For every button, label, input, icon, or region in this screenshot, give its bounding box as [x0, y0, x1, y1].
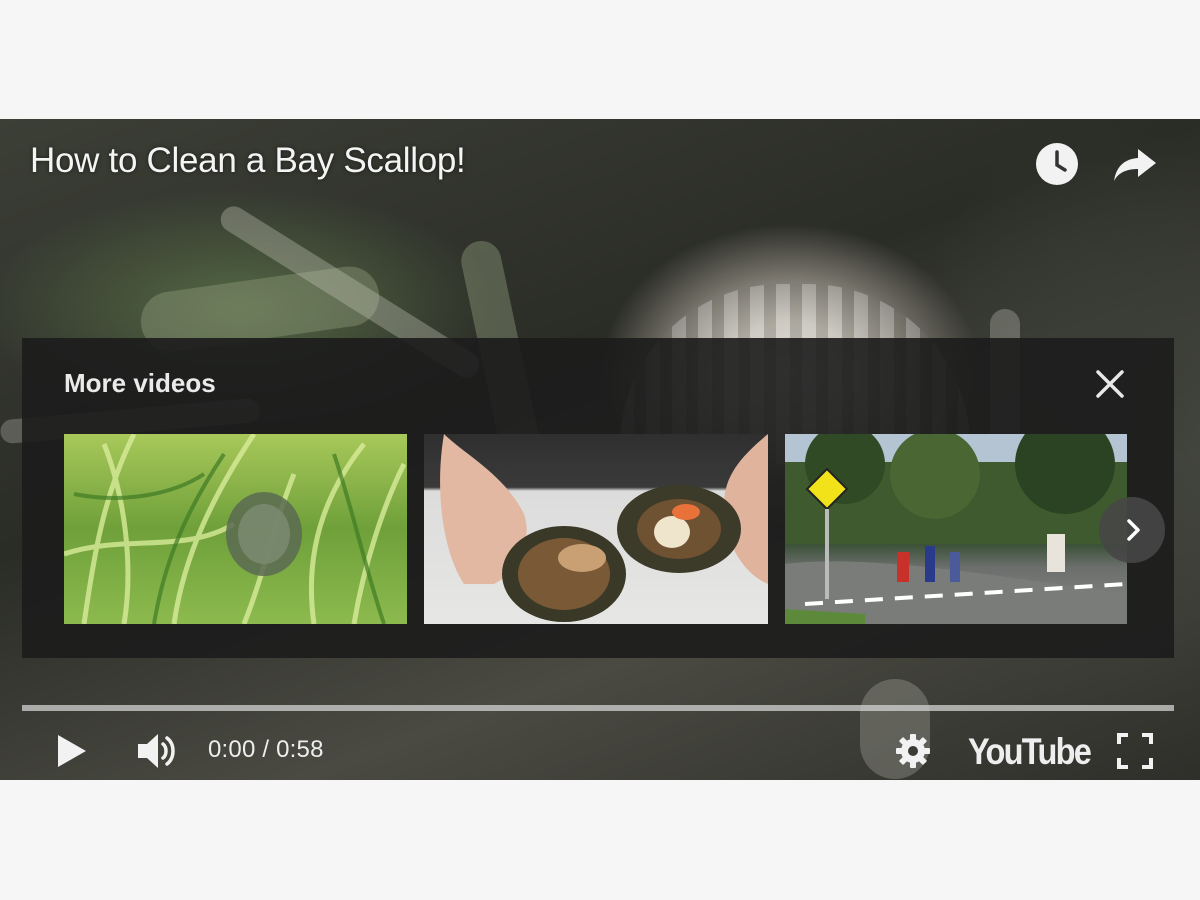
- share-arrow-icon[interactable]: [1112, 141, 1158, 187]
- video-thumbnail[interactable]: [785, 434, 1127, 624]
- play-icon[interactable]: [54, 731, 90, 771]
- more-videos-panel: More videos: [22, 338, 1174, 658]
- gear-icon[interactable]: [893, 731, 933, 771]
- progress-bar[interactable]: [22, 705, 1174, 711]
- video-title[interactable]: How to Clean a Bay Scallop!: [30, 141, 466, 181]
- more-videos-heading: More videos: [64, 368, 216, 398]
- youtube-logo[interactable]: YouTube: [968, 731, 1092, 773]
- close-icon[interactable]: [1094, 368, 1126, 400]
- fullscreen-icon[interactable]: [1116, 732, 1154, 770]
- clock-icon[interactable]: [1034, 141, 1080, 187]
- video-thumbnail[interactable]: [64, 434, 407, 624]
- volume-icon[interactable]: [135, 729, 179, 773]
- chevron-right-icon[interactable]: [1099, 497, 1165, 563]
- video-thumbnail[interactable]: [424, 434, 768, 624]
- time-display: 0:00 / 0:58: [208, 736, 324, 763]
